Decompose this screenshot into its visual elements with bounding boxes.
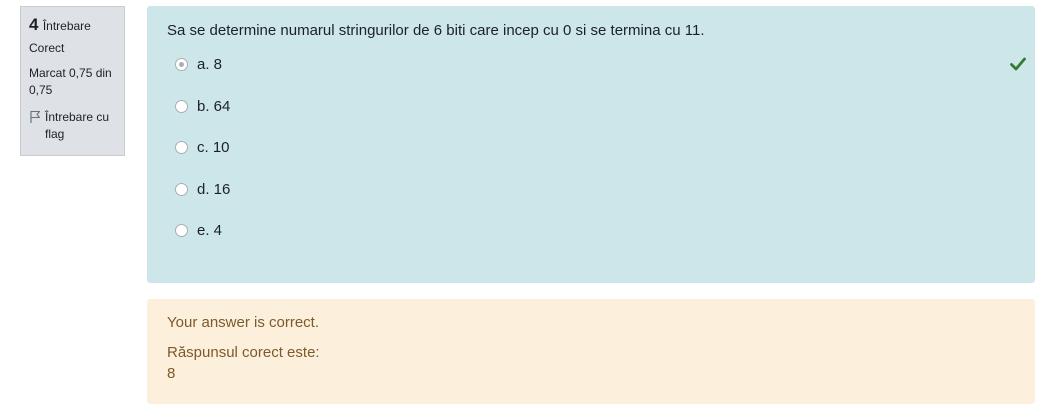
feedback-text: Your answer is correct. <box>167 314 320 331</box>
question-outcome: Your answer is correct. Răspunsul corect… <box>147 299 1035 404</box>
question-state: Corect <box>29 41 65 55</box>
answer-option-e[interactable]: e. 4 <box>167 221 1015 263</box>
question-word: Întrebare <box>42 19 91 33</box>
flag-icon <box>30 110 41 123</box>
answer-label: c. 10 <box>197 139 230 156</box>
answer-label: b. 64 <box>197 97 231 115</box>
question-info-panel: 4 Întrebare Corect Marcat 0,75 din 0,75 … <box>20 6 125 156</box>
answer-label: d. 16 <box>197 180 231 198</box>
answer-radio[interactable] <box>175 58 188 71</box>
answer-list: a. 8 b. 64 c. 10 d. 16 e. 4 <box>167 55 1026 263</box>
right-answer-value: 8 <box>167 365 176 382</box>
question-text: Sa se determine numarul stringurilor de … <box>167 22 705 39</box>
answer-radio[interactable] <box>175 182 188 196</box>
right-answer-label: Răspunsul corect este: <box>167 344 320 361</box>
question-formulation: Sa se determine numarul stringurilor de … <box>147 6 1035 283</box>
answer-label: a. 8 <box>197 56 223 73</box>
answer-radio[interactable] <box>175 99 188 113</box>
correct-check-icon <box>1010 57 1026 71</box>
answer-option-a[interactable]: a. 8 <box>167 55 1026 97</box>
answer-label: e. 4 <box>197 222 223 239</box>
question-number-line: 4 Întrebare <box>29 15 116 36</box>
answer-option-c[interactable]: c. 10 <box>167 138 1015 180</box>
flag-label: Întrebare cu flag <box>45 110 110 141</box>
answer-option-b[interactable]: b. 64 <box>167 97 1015 139</box>
answer-option-d[interactable]: d. 16 <box>167 180 1015 222</box>
flag-question-link[interactable]: Întrebare cu flag <box>29 109 116 143</box>
answer-radio[interactable] <box>175 224 188 237</box>
question-grade: Marcat 0,75 din 0,75 <box>29 66 112 97</box>
answer-radio[interactable] <box>175 141 188 154</box>
question-number: 4 <box>29 15 39 34</box>
